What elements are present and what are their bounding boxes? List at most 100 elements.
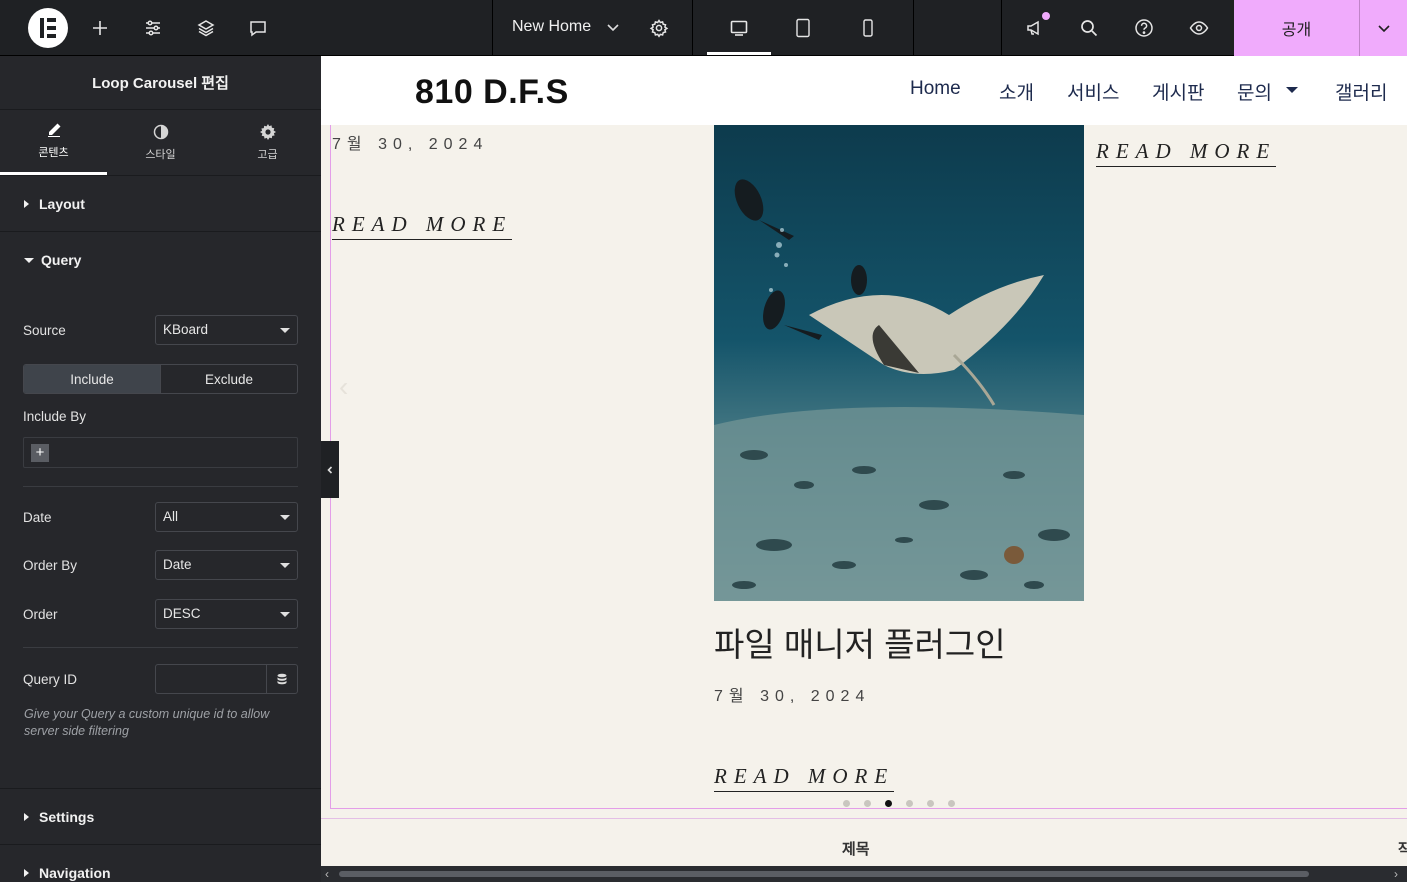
nav-caret-down-icon[interactable] bbox=[1286, 87, 1298, 93]
exclude-tab[interactable]: Exclude bbox=[160, 365, 297, 393]
scroll-left-arrow-icon[interactable]: ‹ bbox=[325, 867, 329, 881]
select-caret-icon bbox=[280, 328, 290, 333]
layers-icon[interactable] bbox=[192, 14, 220, 42]
divider bbox=[23, 647, 298, 648]
search-icon[interactable] bbox=[1075, 14, 1103, 42]
site-header: 810 D.F.S Home 소개 서비스 게시판 문의 갤러리 bbox=[321, 56, 1407, 125]
carousel-prev-arrow-icon[interactable]: ‹ bbox=[339, 371, 348, 403]
tablet-view-icon[interactable] bbox=[789, 14, 817, 42]
horizontal-scrollbar[interactable]: ‹ › bbox=[321, 866, 1407, 882]
divider bbox=[23, 486, 298, 487]
date-value: All bbox=[163, 509, 179, 524]
pagination-dot[interactable] bbox=[906, 800, 913, 807]
panel-tabs: 콘텐츠 스타일 고급 bbox=[0, 110, 321, 176]
read-more-link[interactable]: READ MORE bbox=[714, 764, 895, 792]
carousel-pagination bbox=[843, 800, 955, 807]
comments-icon[interactable] bbox=[244, 14, 272, 42]
table-header-author-partial: 작 bbox=[1398, 841, 1407, 858]
select-caret-icon bbox=[280, 515, 290, 520]
read-more-link[interactable]: READ MORE bbox=[1096, 139, 1277, 167]
dynamic-tags-database-icon[interactable] bbox=[266, 665, 297, 693]
tab-advanced[interactable]: 고급 bbox=[214, 110, 321, 175]
editor-canvas: 810 D.F.S Home 소개 서비스 게시판 문의 갤러리 7월 30, … bbox=[321, 56, 1407, 882]
source-value: KBoard bbox=[163, 322, 209, 337]
chevron-down-icon bbox=[1377, 25, 1390, 33]
tab-content-label: 콘텐츠 bbox=[38, 147, 69, 159]
editor-side-panel: Loop Carousel 편집 콘텐츠 스타일 고급 Layout Query… bbox=[0, 56, 321, 882]
orderby-select[interactable]: Date bbox=[155, 550, 298, 580]
editor-top-bar: New Home 공개 bbox=[0, 0, 1407, 56]
site-settings-icon[interactable] bbox=[139, 14, 167, 42]
section-settings-label: Settings bbox=[39, 808, 95, 825]
page-title[interactable]: New Home bbox=[512, 18, 591, 36]
pagination-dot-active[interactable] bbox=[885, 800, 892, 807]
publish-button[interactable]: 공개 bbox=[1234, 0, 1359, 56]
half-circle-icon bbox=[153, 124, 168, 139]
nav-item-contact[interactable]: 문의 bbox=[1237, 78, 1272, 105]
section-settings[interactable]: Settings bbox=[0, 789, 321, 845]
topbar-divider bbox=[1001, 0, 1002, 56]
help-icon[interactable] bbox=[1130, 14, 1158, 42]
nav-item-board[interactable]: 게시판 bbox=[1152, 78, 1204, 105]
site-logo[interactable]: 810 D.F.S bbox=[415, 73, 569, 112]
source-select[interactable]: KBoard bbox=[155, 315, 298, 345]
read-more-link[interactable]: READ MORE bbox=[332, 212, 513, 240]
table-header-title: 제목 bbox=[842, 841, 870, 858]
topbar-divider bbox=[913, 0, 914, 56]
section-navigation[interactable]: Navigation bbox=[0, 845, 321, 882]
nav-item-services[interactable]: 서비스 bbox=[1067, 78, 1119, 105]
section-layout-label: Layout bbox=[39, 195, 85, 212]
select-caret-icon bbox=[280, 563, 290, 568]
mobile-view-icon[interactable] bbox=[854, 14, 882, 42]
caret-down-icon bbox=[24, 257, 34, 263]
queryid-input[interactable] bbox=[155, 664, 298, 694]
section-query[interactable]: Query bbox=[0, 232, 321, 288]
order-control: Order DESC bbox=[23, 599, 298, 629]
nav-item-home[interactable]: Home bbox=[910, 78, 961, 100]
publish-options-button[interactable] bbox=[1359, 0, 1407, 56]
section-navigation-label: Navigation bbox=[39, 865, 111, 881]
source-control: Source KBoard bbox=[23, 315, 298, 345]
select-caret-icon bbox=[280, 612, 290, 617]
date-label: Date bbox=[23, 509, 52, 525]
post-title[interactable]: 파일 매니저 플러그인 bbox=[714, 618, 1006, 666]
post-date: 7월 30, 2024 bbox=[332, 136, 489, 153]
caret-right-icon bbox=[24, 812, 29, 821]
pagination-dot[interactable] bbox=[843, 800, 850, 807]
tab-style-label: 스타일 bbox=[145, 148, 176, 161]
elementor-logo-icon[interactable] bbox=[28, 8, 68, 48]
order-label: Order bbox=[23, 606, 58, 622]
caret-right-icon bbox=[24, 869, 29, 877]
section-layout[interactable]: Layout bbox=[0, 176, 321, 232]
nav-item-gallery[interactable]: 갤러리 bbox=[1335, 78, 1387, 105]
nav-item-about[interactable]: 소개 bbox=[999, 78, 1034, 105]
order-value: DESC bbox=[163, 606, 201, 621]
include-tab[interactable]: Include bbox=[24, 365, 160, 393]
source-label: Source bbox=[23, 322, 66, 338]
add-element-icon[interactable] bbox=[86, 14, 114, 42]
post-featured-image[interactable] bbox=[714, 125, 1084, 601]
add-item-button[interactable]: + bbox=[31, 444, 49, 462]
date-select[interactable]: All bbox=[155, 502, 298, 532]
collapse-panel-button[interactable] bbox=[321, 441, 339, 498]
queryid-label: Query ID bbox=[23, 671, 78, 687]
include-by-label: Include By bbox=[23, 409, 87, 424]
scrollbar-thumb[interactable] bbox=[339, 871, 1309, 877]
caret-right-icon bbox=[24, 199, 29, 208]
chevron-down-icon[interactable] bbox=[604, 18, 622, 36]
queryid-control: Query ID bbox=[23, 664, 298, 694]
notification-dot bbox=[1042, 12, 1050, 20]
desktop-view-icon[interactable] bbox=[725, 14, 753, 42]
preview-eye-icon[interactable] bbox=[1185, 14, 1213, 42]
pagination-dot[interactable] bbox=[948, 800, 955, 807]
pagination-dot[interactable] bbox=[864, 800, 871, 807]
include-by-repeater: + bbox=[23, 437, 298, 468]
section-query-label: Query bbox=[41, 252, 82, 268]
tab-style[interactable]: 스타일 bbox=[107, 110, 214, 175]
scroll-right-arrow-icon[interactable]: › bbox=[1394, 867, 1398, 881]
tab-content[interactable]: 콘텐츠 bbox=[0, 110, 107, 175]
pagination-dot[interactable] bbox=[927, 800, 934, 807]
orderby-label: Order By bbox=[23, 557, 78, 573]
page-settings-gear-icon[interactable] bbox=[645, 14, 673, 42]
order-select[interactable]: DESC bbox=[155, 599, 298, 629]
